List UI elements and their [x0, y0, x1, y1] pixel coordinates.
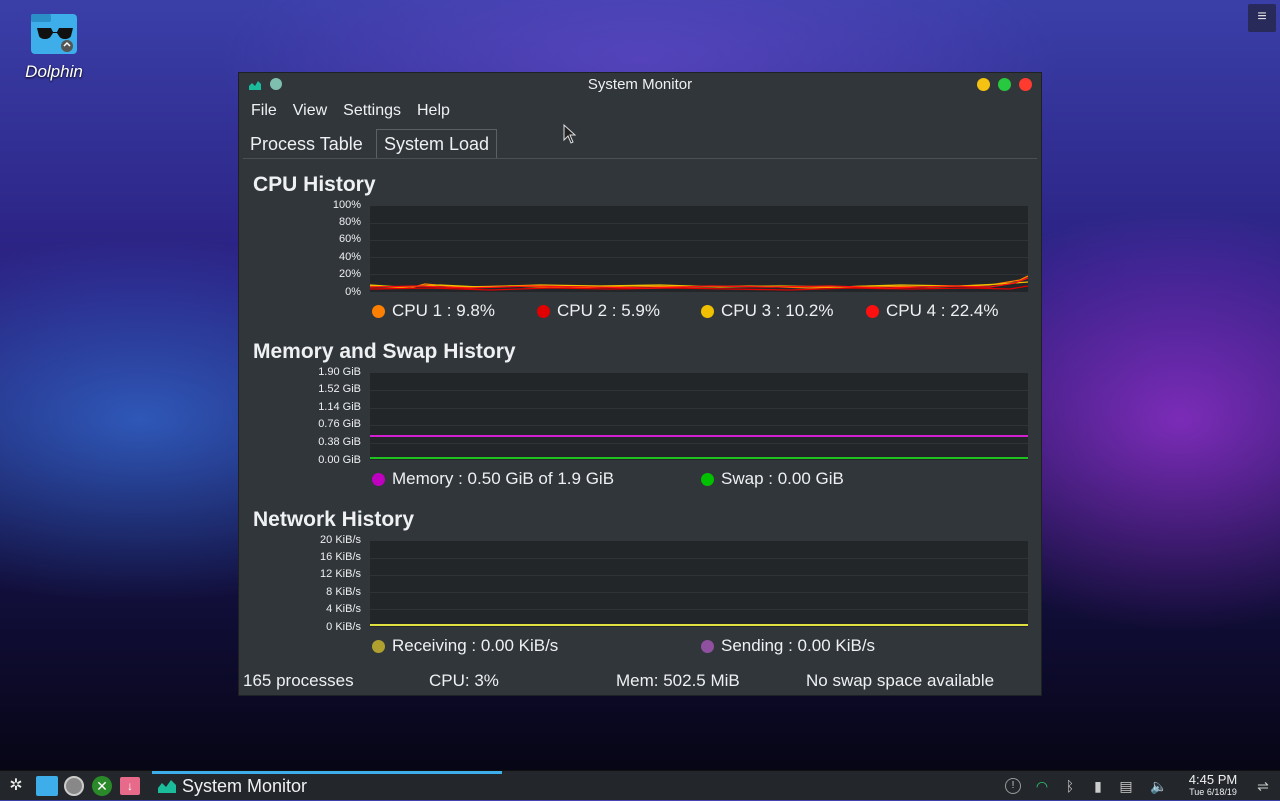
legend-label: Swap : 0.00 GiB [721, 469, 844, 488]
memory-ytick: 0.38 GiB [318, 436, 361, 448]
wifi-icon[interactable]: ◠ [1033, 777, 1051, 795]
menubar: File View Settings Help [239, 97, 1041, 125]
clock[interactable]: 4:45 PM Tue 6/18/19 [1184, 772, 1242, 797]
mouse-cursor-icon [563, 124, 577, 144]
settings-launcher-icon[interactable] [64, 774, 86, 798]
legend-label: CPU 2 : 5.9% [557, 301, 660, 320]
statusbar: 165 processes CPU: 3% Mem: 502.5 MiB No … [239, 669, 1041, 695]
sending-color-dot [701, 639, 714, 653]
network-history-title: Network History [253, 508, 415, 531]
minimize-button[interactable] [977, 78, 990, 91]
window-titlebar[interactable]: System Monitor [239, 73, 1041, 97]
close-button[interactable] [1019, 78, 1032, 91]
status-swap: No swap space available [806, 671, 995, 690]
taskbar-item-system-monitor[interactable]: System Monitor [152, 771, 502, 801]
active-task-indicator [152, 771, 502, 774]
legend-sending: Sending : 0.00 KiB/s [701, 636, 875, 656]
cpu-ytick: 20% [338, 268, 361, 280]
desktop-icon-label: Dolphin [25, 62, 83, 81]
memory-ytick: 1.14 GiB [318, 401, 361, 413]
legend-label: Sending : 0.00 KiB/s [721, 636, 876, 655]
menu-view[interactable]: View [293, 102, 327, 120]
cpu2-color-dot [537, 304, 550, 318]
window-title: System Monitor [587, 76, 693, 93]
volume-icon[interactable]: 🔈 [1150, 777, 1168, 795]
memory-history-title: Memory and Swap History [253, 340, 516, 363]
network-history-plot [370, 541, 1028, 627]
memory-ytick: 0.00 GiB [318, 454, 361, 466]
legend-memory: Memory : 0.50 GiB of 1.9 GiB [372, 469, 614, 489]
notifications-icon[interactable]: ! [1005, 778, 1021, 794]
legend-cpu2: CPU 2 : 5.9% [537, 301, 660, 321]
legend-label: CPU 3 : 10.2% [721, 301, 834, 320]
usb-device-icon[interactable]: ▮ [1089, 777, 1107, 795]
swap-color-dot [701, 472, 714, 486]
network-ytick: 16 KiB/s [320, 551, 361, 563]
downloads-launcher-icon[interactable]: ↓ [120, 774, 142, 798]
taskbar: ✲ ✕ ↓ System Monitor ! ◠ ᛒ ▮ ▤ 🔈 4:45 PM… [0, 770, 1280, 800]
menu-settings[interactable]: Settings [343, 102, 401, 120]
legend-label: CPU 1 : 9.8% [392, 301, 495, 320]
legend-label: CPU 4 : 22.4% [886, 301, 999, 320]
cpu-ytick: 40% [338, 251, 361, 263]
bluetooth-icon[interactable]: ᛒ [1061, 777, 1079, 795]
legend-cpu1: CPU 1 : 9.8% [372, 301, 495, 321]
memory-ytick: 1.52 GiB [318, 383, 361, 395]
network-ytick: 4 KiB/s [326, 603, 361, 615]
cpu4-color-dot [866, 304, 879, 318]
dolphin-icon [29, 10, 79, 56]
legend-cpu4: CPU 4 : 22.4% [866, 301, 998, 321]
application-launcher-icon[interactable]: ✲ [6, 774, 26, 798]
legend-cpu3: CPU 3 : 10.2% [701, 301, 833, 321]
receiving-line [370, 624, 1028, 626]
menu-file[interactable]: File [251, 102, 277, 120]
menu-help[interactable]: Help [417, 102, 450, 120]
network-ytick: 12 KiB/s [320, 568, 361, 580]
legend-receiving: Receiving : 0.00 KiB/s [372, 636, 558, 656]
panel-settings-icon[interactable]: ⇌ [1254, 777, 1272, 795]
cpu-ytick: 0% [345, 286, 361, 298]
status-processes: 165 processes [243, 671, 354, 690]
swap-line [370, 457, 1028, 459]
network-ytick: 0 KiB/s [326, 621, 361, 633]
memory-ytick: 0.76 GiB [318, 418, 361, 430]
cpu3-color-dot [701, 304, 714, 318]
memory-history-plot [370, 373, 1028, 460]
memory-line [370, 435, 1028, 437]
tab-bar: Process Table System Load [243, 129, 1037, 159]
status-mem: Mem: 502.5 MiB [616, 671, 740, 690]
tab-process-table[interactable]: Process Table [243, 130, 370, 158]
clock-time: 4:45 PM [1188, 772, 1238, 787]
legend-label: Receiving : 0.00 KiB/s [392, 636, 559, 655]
dolphin-launcher-icon[interactable] [36, 774, 58, 798]
network-ytick: 20 KiB/s [320, 534, 361, 546]
cpu-ytick: 100% [332, 199, 361, 211]
cpu-ytick: 60% [338, 233, 361, 245]
system-monitor-icon [158, 780, 176, 793]
cpu1-color-dot [372, 304, 385, 318]
memory-color-dot [372, 472, 385, 486]
clipboard-icon[interactable]: ▤ [1117, 777, 1135, 795]
cpu-history-plot [370, 206, 1028, 292]
cpu-ytick: 80% [338, 216, 361, 228]
tab-system-load[interactable]: System Load [376, 129, 498, 158]
legend-label: Memory : 0.50 GiB of 1.9 GiB [392, 469, 615, 488]
desktop-icon-dolphin[interactable]: Dolphin [16, 10, 92, 82]
cpu-lines [370, 275, 1028, 291]
clock-date: Tue 6/18/19 [1189, 787, 1237, 797]
legend-swap: Swap : 0.00 GiB [701, 469, 844, 489]
receiving-color-dot [372, 639, 385, 653]
hamburger-menu-icon[interactable]: ≡ [1248, 4, 1276, 32]
memory-ytick: 1.90 GiB [318, 366, 361, 378]
cpu-history-title: CPU History [253, 173, 376, 196]
network-ytick: 8 KiB/s [326, 586, 361, 598]
xbox-launcher-icon[interactable]: ✕ [92, 774, 114, 798]
maximize-button[interactable] [998, 78, 1011, 91]
active-task-label: System Monitor [182, 776, 308, 796]
status-cpu: CPU: 3% [429, 671, 499, 690]
system-monitor-window: System Monitor File View Settings Help P… [238, 72, 1042, 696]
